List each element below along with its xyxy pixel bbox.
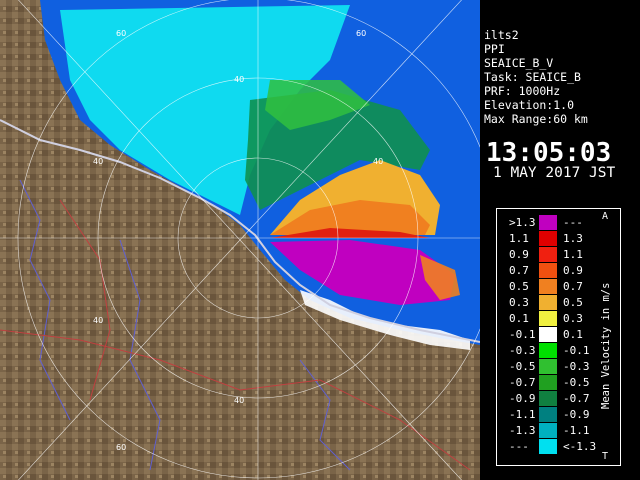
scan-date: 1 MAY 2017 JST xyxy=(493,165,616,181)
legend-row-high: --- xyxy=(563,216,583,229)
legend-row-high: -1.1 xyxy=(563,424,590,437)
legend-row-high: 0.7 xyxy=(563,280,583,293)
scan-time: 13:05:03 xyxy=(486,138,612,168)
legend-swatch xyxy=(539,327,557,342)
velocity-legend: A >1.3 --- 1.1 1.3 0.9 1.1 0.7 0.9 0.5 0.7 0.3 0.5 0… xyxy=(496,208,621,466)
range-label-1: 60 xyxy=(356,29,366,38)
legend-swatch xyxy=(539,359,557,374)
range-label-5: 40 xyxy=(93,316,103,325)
legend-row-high: <-1.3 xyxy=(563,440,597,453)
site-name: ilts2 xyxy=(484,28,519,42)
legend-swatch xyxy=(539,311,557,326)
range-label-0: 60 xyxy=(116,29,126,38)
legend-row-high: -0.1 xyxy=(563,344,590,357)
legend-swatch xyxy=(539,391,557,406)
legend-row-high: -0.5 xyxy=(563,376,590,389)
legend-swatch xyxy=(539,247,557,262)
legend-title: Mean Velocity in m/s xyxy=(600,282,612,409)
max-range-value: Max Range:60 km xyxy=(484,112,588,126)
range-label-6: 40 xyxy=(234,396,244,405)
legend-swatch xyxy=(539,375,557,390)
prf-value: PRF: 1000Hz xyxy=(484,84,561,98)
legend-row-high: 0.9 xyxy=(563,264,583,277)
radar-info-panel: ilts2 PPI SEAICE_B_V Task: SEAICE_B PRF:… xyxy=(481,26,640,186)
legend-swatch xyxy=(539,263,557,278)
legend-swatch xyxy=(539,439,557,454)
range-label-4: 40 xyxy=(373,157,383,166)
legend-row-high: 1.1 xyxy=(563,248,583,261)
legend-row-high: -0.7 xyxy=(563,392,590,405)
legend-corner-bottom: T xyxy=(602,451,609,462)
legend-swatch xyxy=(539,423,557,438)
legend-row-high: 0.3 xyxy=(563,312,583,325)
legend-swatch xyxy=(539,295,557,310)
legend-swatch xyxy=(539,231,557,246)
legend-row-high: 1.3 xyxy=(563,232,583,245)
radar-map-svg: 60 60 40 40 40 40 40 60 xyxy=(0,0,480,480)
legend-swatch xyxy=(539,215,557,230)
product-name: SEAICE_B_V xyxy=(484,56,554,70)
legend-row-high: -0.3 xyxy=(563,360,590,373)
scan-type: PPI xyxy=(484,42,505,56)
legend-row-high: 0.5 xyxy=(563,296,583,309)
legend-row-high: 0.1 xyxy=(563,328,583,341)
legend-swatch xyxy=(539,407,557,422)
legend-swatch xyxy=(539,343,557,358)
radar-ppi-map[interactable]: 60 60 40 40 40 40 40 60 xyxy=(0,0,480,480)
elevation-value: Elevation:1.0 xyxy=(484,98,575,112)
task-name: Task: SEAICE_B xyxy=(484,70,581,84)
legend-row-high: -0.9 xyxy=(563,408,590,421)
range-label-2: 40 xyxy=(234,75,244,84)
legend-swatch xyxy=(539,279,557,294)
range-label-3: 40 xyxy=(93,157,103,166)
range-label-7: 60 xyxy=(116,443,126,452)
